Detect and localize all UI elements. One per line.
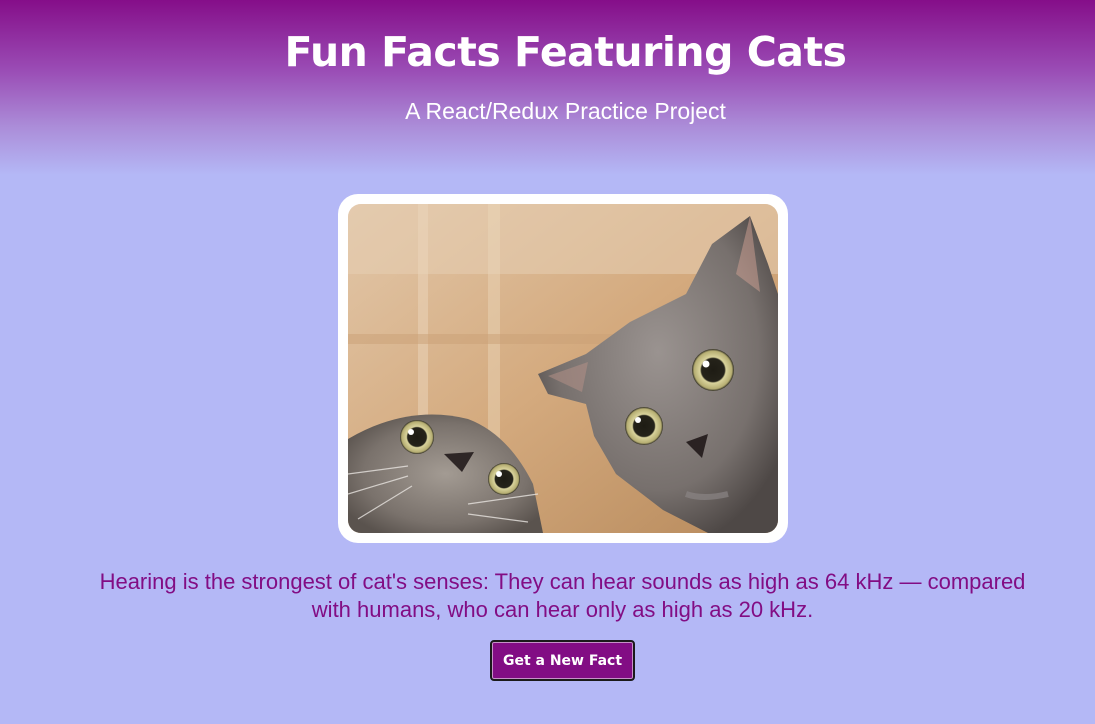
- page-title: Fun Facts Featuring Cats: [284, 28, 847, 76]
- cat-photo-frame: [338, 194, 788, 543]
- cat-photo: [348, 204, 778, 533]
- cat-fact-text: Hearing is the strongest of cat's senses…: [99, 569, 1026, 622]
- get-new-fact-button[interactable]: Get a New Fact: [490, 640, 635, 681]
- page-subtitle: A React/Redux Practice Project: [405, 98, 726, 124]
